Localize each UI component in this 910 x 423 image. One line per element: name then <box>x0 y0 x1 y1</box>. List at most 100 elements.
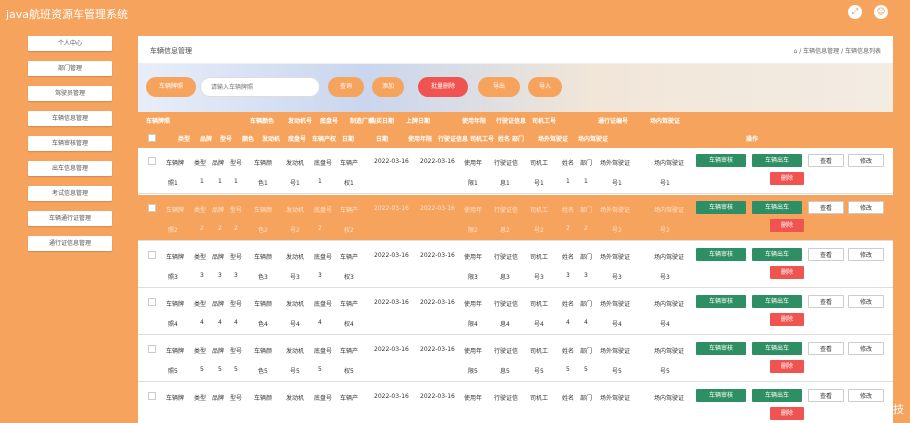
dispatch-button[interactable]: 车辆出车 <box>752 201 802 214</box>
table-cell: 司机工 <box>530 395 549 402</box>
column-header[interactable]: 场外驾驶证 <box>538 134 568 143</box>
edit-button[interactable]: 修改 <box>848 342 884 355</box>
delete-button[interactable]: 删除 <box>770 407 804 420</box>
main-panel: 车辆信息管理 ⌂ / 车辆信息管理 / 车辆信息列表 车辆牌照 查询 添加 批量… <box>138 36 893 423</box>
view-button[interactable]: 查看 <box>808 342 844 355</box>
column-header[interactable]: 场内驾驶证 <box>578 134 608 143</box>
delete-button[interactable]: 删除 <box>770 266 804 279</box>
top-bar: java航班资源车管理系统 ⤢ ☺ <box>0 0 910 26</box>
add-button[interactable]: 添加 <box>372 77 404 97</box>
table-cell: 使用年 <box>464 207 483 214</box>
table-cell: 使用年 <box>464 160 483 167</box>
column-header[interactable]: 底盘号 <box>288 134 306 143</box>
edit-button[interactable]: 修改 <box>848 295 884 308</box>
view-button[interactable]: 查看 <box>808 201 844 214</box>
column-header[interactable]: 姓名 <box>498 134 510 143</box>
audit-button[interactable]: 车辆审核 <box>696 342 746 355</box>
table-cell: 类型 <box>194 348 207 355</box>
table-cell: 品牌 <box>212 160 225 167</box>
table-cell: 号1 <box>612 180 622 187</box>
table-row[interactable]: 车辆牌 类型 品牌 型号 车辆颜 发动机 底盘号 车辆产 2022-03-16 2022-03-1… <box>138 195 893 241</box>
table-row[interactable]: 车辆牌 类型 品牌 型号 车辆颜 发动机 底盘号 车辆产 2022-03-16 2022-03-1… <box>138 383 893 423</box>
table-cell: 类型 <box>194 395 207 402</box>
view-button[interactable]: 查看 <box>808 154 844 167</box>
edit-button[interactable]: 修改 <box>848 154 884 167</box>
table-cell: 3 <box>584 272 588 279</box>
sidebar-item[interactable]: 出车信息管理 <box>28 161 112 176</box>
table-row[interactable]: 车辆牌 类型 品牌 型号 车辆颜 发动机 底盘号 车辆产 2022-03-16 2022-03-1… <box>138 336 893 382</box>
dispatch-button[interactable]: 车辆出车 <box>752 295 802 308</box>
column-header[interactable]: 发动机 <box>262 134 280 143</box>
query-button[interactable]: 查询 <box>328 77 364 97</box>
audit-button[interactable]: 车辆审核 <box>696 248 746 261</box>
column-header[interactable]: 日期 <box>342 134 354 143</box>
sidebar-item[interactable]: 车辆审核管理 <box>28 136 112 151</box>
delete-button[interactable]: 删除 <box>770 172 804 185</box>
row-checkbox[interactable] <box>148 345 156 353</box>
view-button[interactable]: 查看 <box>808 295 844 308</box>
table-cell: 2 <box>584 225 588 232</box>
column-header[interactable]: 颜色 <box>242 134 254 143</box>
fullscreen-icon[interactable]: ⤢ <box>848 5 862 19</box>
table-cell: 型号 <box>230 254 243 261</box>
row-checkbox[interactable] <box>148 251 156 259</box>
table-cell: 2022-03-16 <box>374 158 409 165</box>
audit-button[interactable]: 车辆审核 <box>696 389 746 402</box>
search-input[interactable] <box>200 77 320 97</box>
delete-button[interactable]: 删除 <box>770 219 804 232</box>
table-cell: 底盘号 <box>314 301 333 308</box>
sidebar-item[interactable]: 部门管理 <box>28 61 112 76</box>
table-cell: 色1 <box>258 180 268 187</box>
dispatch-button[interactable]: 车辆出车 <box>752 389 802 402</box>
column-header[interactable]: 型号 <box>220 134 232 143</box>
table-row[interactable]: 车辆牌 类型 品牌 型号 车辆颜 发动机 底盘号 车辆产 2022-03-16 2022-03-1… <box>138 289 893 335</box>
column-header[interactable]: 类型 <box>178 134 190 143</box>
import-button[interactable]: 导入 <box>528 77 562 97</box>
sidebar-item[interactable]: 车辆信息管理 <box>28 111 112 126</box>
column-header[interactable]: 车辆产权 <box>312 134 336 143</box>
sidebar-item[interactable]: 驾驶员管理 <box>28 86 112 101</box>
sidebar-item[interactable]: 考试信息管理 <box>28 186 112 201</box>
dispatch-button[interactable]: 车辆出车 <box>752 248 802 261</box>
audit-button[interactable]: 车辆审核 <box>696 154 746 167</box>
sidebar-item[interactable]: 通行证信息管理 <box>28 236 112 251</box>
user-icon[interactable]: ☺ <box>874 5 888 19</box>
column-header[interactable]: 使用年限 <box>408 134 432 143</box>
audit-button[interactable]: 车辆审核 <box>696 201 746 214</box>
audit-button[interactable]: 车辆审核 <box>696 295 746 308</box>
table-row[interactable]: 车辆牌 类型 品牌 型号 车辆颜 发动机 底盘号 车辆产 2022-03-16 2022-03-1… <box>138 148 893 194</box>
table-cell: 号1 <box>660 180 670 187</box>
table-cell: 场外驾驶证 <box>600 160 631 167</box>
column-group-header: 行驶证信息 <box>496 118 527 125</box>
row-checkbox[interactable] <box>148 392 156 400</box>
select-all-checkbox[interactable] <box>148 134 156 142</box>
row-checkbox[interactable] <box>148 157 156 165</box>
column-header[interactable]: 部门 <box>512 134 524 143</box>
sidebar-item[interactable]: 个人中心 <box>28 36 112 51</box>
dispatch-button[interactable]: 车辆出车 <box>752 342 802 355</box>
edit-button[interactable]: 修改 <box>848 201 884 214</box>
table-cell: 2022-03-16 <box>420 158 455 165</box>
row-checkbox[interactable] <box>148 298 156 306</box>
row-checkbox[interactable] <box>148 204 156 212</box>
view-button[interactable]: 查看 <box>808 248 844 261</box>
table-cell: 型号 <box>230 207 243 214</box>
column-header[interactable]: 操作 <box>746 134 758 143</box>
batch-delete-button[interactable]: 批量删除 <box>418 77 468 97</box>
table-cell: 司机工 <box>530 301 549 308</box>
delete-button[interactable]: 删除 <box>770 360 804 373</box>
delete-button[interactable]: 删除 <box>770 313 804 326</box>
dispatch-button[interactable]: 车辆出车 <box>752 154 802 167</box>
column-header[interactable]: 司机工号 <box>470 134 494 143</box>
column-header[interactable]: 品牌 <box>200 134 212 143</box>
breadcrumb[interactable]: ⌂ / 车辆信息管理 / 车辆信息列表 <box>794 46 881 55</box>
column-header[interactable]: 日期 <box>376 134 388 143</box>
table-row[interactable]: 车辆牌 类型 品牌 型号 车辆颜 发动机 底盘号 车辆产 2022-03-16 2022-03-1… <box>138 242 893 288</box>
table-cell: 号2 <box>290 227 300 234</box>
export-button[interactable]: 导出 <box>478 77 520 97</box>
sidebar-item[interactable]: 车辆通行证管理 <box>28 211 112 226</box>
table-cell: 发动机 <box>286 160 305 167</box>
table-cell: 5 <box>584 366 588 373</box>
edit-button[interactable]: 修改 <box>848 248 884 261</box>
column-header[interactable]: 行驶证信息 <box>438 134 468 143</box>
